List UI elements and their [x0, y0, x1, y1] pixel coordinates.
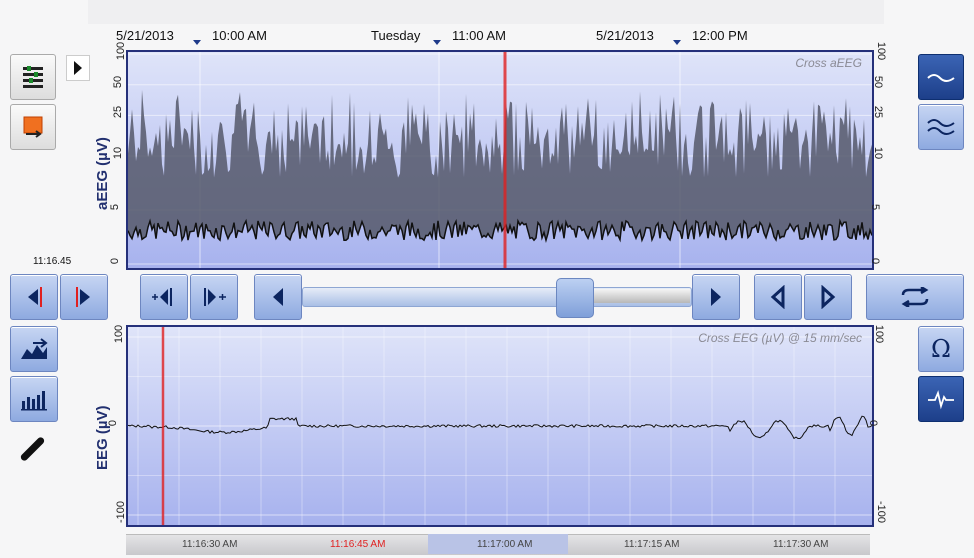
omega-icon: Ω — [931, 335, 951, 363]
sync-button[interactable] — [866, 274, 964, 320]
cursor-right-icon — [76, 287, 90, 307]
aeeg-panel-title: Cross aEEG — [795, 56, 862, 70]
aeeg-tick-right: 5 — [869, 203, 882, 211]
scroll-left-button[interactable] — [254, 274, 302, 320]
cursor-left-icon — [28, 287, 42, 307]
time-slider-thumb[interactable] — [556, 278, 594, 318]
header-time-left: 10:00 AM — [212, 28, 267, 43]
arrow-left-icon — [273, 288, 283, 306]
eeg-trace — [128, 415, 872, 440]
sync-icon — [901, 287, 929, 307]
aeeg-tick-right: 50 — [872, 75, 885, 88]
expand-panel-button[interactable] — [66, 55, 90, 81]
top-bar — [88, 0, 884, 24]
eeg-tick-right: -100 — [875, 500, 888, 524]
eeg-wave-button[interactable] — [918, 376, 964, 422]
cursor-right-button[interactable] — [60, 274, 108, 320]
montage-export-button[interactable] — [10, 326, 58, 372]
aeeg-tick-left: 25 — [112, 106, 125, 119]
eeg-chart[interactable] — [128, 327, 872, 525]
aeeg-tick-right: 10 — [872, 146, 885, 160]
bottom-axis-label: 11:17:30 AM — [773, 539, 829, 550]
aeeg-tick-right: 100 — [875, 41, 888, 61]
eeg-tick-left: -100 — [115, 500, 128, 524]
time-slider-remaining — [592, 289, 690, 303]
pen-icon — [19, 435, 46, 463]
aeeg-tick-left: 100 — [115, 41, 128, 61]
chevron-left-icon — [770, 285, 785, 309]
header-time-right: 12:00 PM — [692, 28, 748, 43]
eeg-tick-right: 0 — [867, 419, 880, 427]
scroll-right-button[interactable] — [692, 274, 740, 320]
bar-chart-button[interactable] — [10, 376, 58, 422]
eeg-tick-left: 0 — [107, 419, 120, 427]
zoom-out-button[interactable] — [190, 274, 238, 320]
aeeg-tick-left: 5 — [109, 203, 122, 211]
bottom-axis-label: 11:16:45 AM — [330, 539, 386, 550]
zoom-in-button[interactable] — [140, 274, 188, 320]
wave-double-icon — [927, 119, 955, 135]
aeeg-tick-left: 50 — [112, 75, 125, 88]
eeg-tick-left: 100 — [113, 324, 126, 344]
date-dropdown-arrow-left[interactable] — [193, 40, 201, 45]
expand-icon — [204, 288, 226, 306]
bottom-axis-label: 11:16:30 AM — [182, 539, 238, 550]
prev-page-button[interactable] — [754, 274, 802, 320]
eeg-tick-right: 100 — [873, 324, 886, 344]
impedance-button[interactable]: Ω — [918, 326, 964, 372]
header-time-mid: 11:00 AM — [452, 28, 506, 43]
play-arrow-icon — [74, 61, 82, 75]
aeeg-double-button[interactable] — [918, 104, 964, 150]
crop-export-button[interactable] — [10, 104, 56, 150]
aeeg-chart[interactable] — [128, 52, 872, 268]
bar-chart-icon — [21, 391, 47, 411]
area-chart-export-icon — [21, 338, 48, 359]
aeeg-panel: Cross aEEG — [126, 50, 874, 270]
cursor-left-button[interactable] — [10, 274, 58, 320]
eeg-panel-title: Cross EEG (µV) @ 15 mm/sec — [698, 331, 862, 345]
date-dropdown-arrow-right[interactable] — [673, 40, 681, 45]
aeeg-tick-left: 10 — [112, 146, 125, 160]
pen-tool[interactable] — [19, 435, 46, 463]
chevron-right-icon — [821, 285, 836, 309]
date-dropdown-arrow-mid[interactable] — [433, 40, 441, 45]
compress-icon — [152, 288, 172, 306]
aeeg-tick-left: 0 — [109, 257, 122, 265]
next-page-button[interactable] — [804, 274, 852, 320]
cursor-time-label: 11:16.45 — [33, 256, 72, 267]
header-date-right: 5/21/2013 — [596, 28, 654, 43]
eeg-wave-icon — [928, 390, 954, 410]
eeg-panel: Cross EEG (µV) @ 15 mm/sec — [126, 325, 874, 527]
crop-icon — [23, 116, 43, 138]
aeeg-y-label: aEEG (µV) — [94, 137, 111, 210]
eeg-y-label: EEG (µV) — [94, 405, 111, 470]
aeeg-tick-right: 0 — [869, 257, 882, 265]
bottom-axis-label: 11:17:15 AM — [624, 539, 680, 550]
aeeg-band — [128, 89, 872, 241]
aeeg-tick-right: 25 — [872, 106, 885, 119]
settings-button[interactable] — [10, 54, 56, 100]
bottom-axis-label: 11:17:00 AM — [477, 539, 533, 550]
wave-single-icon — [927, 74, 955, 82]
settings-sliders-icon — [23, 66, 43, 88]
header-date-left: 5/21/2013 — [116, 28, 174, 43]
arrow-right-icon — [711, 288, 721, 306]
header-day-mid: Tuesday — [371, 28, 421, 43]
aeeg-single-button[interactable] — [918, 54, 964, 100]
